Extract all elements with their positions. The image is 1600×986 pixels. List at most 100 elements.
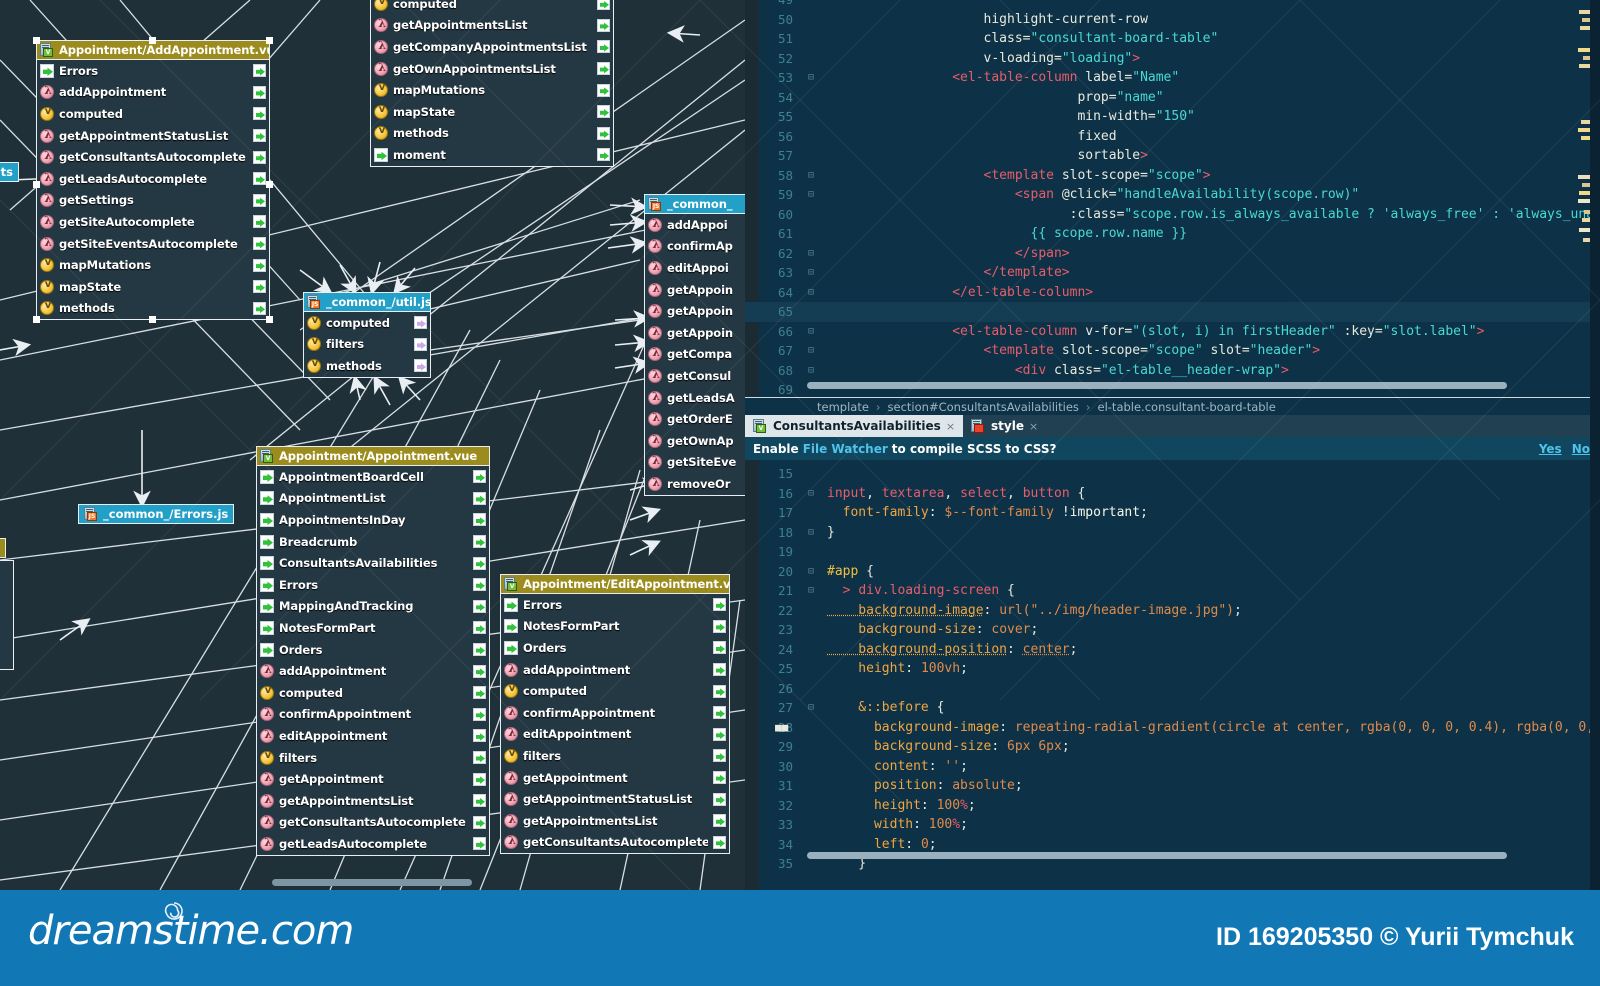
code-line[interactable]: 64 ⊟ </el-table-column> (745, 283, 1600, 303)
resize-handle-e[interactable] (266, 181, 273, 188)
ide-window[interactable]: 4950 highlight-current-row51 class="cons… (745, 0, 1600, 890)
code-content-template[interactable]: 4950 highlight-current-row51 class="cons… (745, 0, 1600, 396)
uml-member-row[interactable]: getAppointmentStatusList (37, 125, 269, 147)
code-line[interactable]: 31 position: absolute; (745, 776, 1600, 796)
resize-handle-sw[interactable] (33, 316, 40, 324)
editor-pane-template[interactable]: 4950 highlight-current-row51 class="cons… (745, 0, 1600, 396)
dependency-diagram-canvas[interactable]: V Appointment/AddAppointment.vue Errors a… (0, 0, 745, 890)
member-export-icon[interactable] (253, 85, 266, 99)
resize-handle-w[interactable] (33, 181, 40, 188)
uml-member-row[interactable]: methods (304, 355, 430, 377)
uml-member-row[interactable]: mapMutations (371, 79, 613, 101)
code-line[interactable]: 65 (745, 302, 1600, 322)
code-fold-toggle[interactable]: ⊟ (806, 322, 816, 342)
uml-member-row[interactable]: editAppointment (501, 724, 729, 746)
member-export-icon[interactable] (253, 237, 266, 251)
code-fold-toggle[interactable]: ⊟ (806, 523, 816, 543)
code-line[interactable]: 28 ■■ background-image: repeating-radial-… (745, 718, 1600, 738)
uml-member-row[interactable]: getLeadsAutocomplete (37, 168, 269, 190)
uml-member-row[interactable]: confirmAp (645, 236, 745, 258)
code-line[interactable]: 53 ⊟ <el-table-column label="Name" (745, 68, 1600, 88)
code-line[interactable]: 16 ⊟ input, textarea, select, button { (745, 484, 1600, 504)
uml-member-row[interactable]: NotesFormPart (501, 616, 729, 638)
code-fold-toggle[interactable]: ⊟ (806, 562, 816, 582)
breadcrumb[interactable]: template › section#ConsultantsAvailabili… (745, 397, 1600, 415)
uml-member-row[interactable]: removeOr (645, 473, 745, 495)
code-line[interactable]: 60 :class="scope.row.is_always_available… (745, 205, 1600, 225)
uml-member-row[interactable]: getOwnAppointmentsList (371, 58, 613, 80)
uml-member-row[interactable]: getAppointmentsList (371, 15, 613, 37)
member-export-icon[interactable] (713, 641, 726, 655)
member-export-icon[interactable] (253, 258, 266, 272)
uml-member-row[interactable]: computed (501, 680, 729, 702)
code-line[interactable]: 15 (745, 464, 1600, 484)
uml-member-row[interactable]: getConsultantsAutocomplete (501, 832, 729, 854)
uml-box-appointments-list-vue[interactable]: computed getAppointmentsList getCompanyApp… (370, 0, 614, 167)
uml-member-row[interactable]: getAppoin (645, 279, 745, 301)
uml-node-ts-partial[interactable]: d.ts (0, 162, 19, 182)
uml-box-edit-appointment-vue[interactable]: V Appointment/EditAppointment.vue Errors… (500, 574, 730, 855)
member-export-icon[interactable] (473, 729, 486, 743)
code-line[interactable]: 22 background-image: url("../img/header-… (745, 601, 1600, 621)
uml-member-row[interactable]: getCompa (645, 344, 745, 366)
breakpoint-marker[interactable]: ■■ (775, 718, 788, 738)
member-export-icon[interactable] (473, 837, 486, 851)
uml-member-row[interactable]: computed (304, 312, 430, 334)
member-export-icon[interactable] (253, 150, 266, 164)
uml-member-row[interactable]: Orders (501, 637, 729, 659)
tab-consultants-availabilities[interactable]: V ConsultantsAvailabilities × (745, 415, 964, 437)
member-export-icon[interactable] (713, 792, 726, 806)
code-line[interactable]: 24 background-position: center; (745, 640, 1600, 660)
code-line[interactable]: 63 ⊟ </template> (745, 263, 1600, 283)
code-line[interactable]: 62 ⊟ </span> (745, 244, 1600, 264)
member-export-icon[interactable] (597, 148, 610, 162)
member-export-icon[interactable] (473, 491, 486, 505)
uml-member-row[interactable]: getAppoin (645, 300, 745, 322)
uml-member-row[interactable] (0, 647, 13, 669)
close-icon[interactable]: × (1029, 420, 1038, 433)
member-export-icon[interactable] (414, 337, 427, 351)
uml-member-row[interactable]: Breadcrumb (257, 531, 489, 553)
uml-box-appointment-vue[interactable]: V Appointment/Appointment.vue Appointmen… (256, 446, 490, 856)
member-export-icon[interactable] (713, 749, 726, 763)
member-export-icon[interactable] (473, 470, 486, 484)
uml-member-row[interactable] (0, 583, 13, 605)
member-export-icon[interactable] (597, 83, 610, 97)
code-line[interactable]: 52 v-loading="loading"> (745, 49, 1600, 69)
member-export-icon[interactable] (597, 126, 610, 140)
uml-member-row[interactable]: getOrderE (645, 408, 745, 430)
code-line[interactable]: 58 ⊟ <template slot-scope="scope"> (745, 166, 1600, 186)
member-export-icon[interactable] (597, 40, 610, 54)
uml-member-row[interactable]: getAppointmentsList (257, 790, 489, 812)
member-export-icon[interactable] (253, 280, 266, 294)
member-export-icon[interactable] (713, 771, 726, 785)
uml-member-row[interactable]: getAppointmentStatusList (501, 788, 729, 810)
code-line[interactable]: 27 ⊟ &::before { (745, 698, 1600, 718)
uml-box-add-appointment-vue[interactable]: V Appointment/AddAppointment.vue Errors a… (33, 37, 273, 324)
code-line[interactable]: 32 height: 100%; (745, 796, 1600, 816)
uml-member-row[interactable]: addAppoi (645, 214, 745, 236)
uml-member-row[interactable]: getSettings (37, 190, 269, 212)
member-export-icon[interactable] (713, 814, 726, 828)
uml-member-row[interactable]: getConsul (645, 365, 745, 387)
uml-member-row[interactable] (0, 626, 13, 648)
uml-member-row[interactable] (0, 561, 13, 583)
member-export-icon[interactable] (713, 663, 726, 677)
code-line[interactable]: 54 prop="name" (745, 88, 1600, 108)
code-fold-toggle[interactable]: ⊟ (806, 263, 816, 283)
code-line[interactable]: 49 (745, 0, 1600, 10)
member-export-icon[interactable] (253, 129, 266, 143)
code-fold-toggle[interactable]: ⊟ (806, 341, 816, 361)
editor-tabbar[interactable]: V ConsultantsAvailabilities × style × (745, 415, 1600, 437)
uml-member-row[interactable]: MappingAndTracking (257, 596, 489, 618)
code-line[interactable]: 19 (745, 542, 1600, 562)
file-watcher-notification[interactable]: Enable File Watcher to compile SCSS to C… (745, 437, 1600, 460)
uml-member-row[interactable]: getSiteEve (645, 452, 745, 474)
uml-member-row[interactable]: mapMutations (37, 254, 269, 276)
uml-member-row[interactable]: filters (257, 747, 489, 769)
member-export-icon[interactable] (473, 815, 486, 829)
code-line[interactable]: 67 ⊟ <template slot-scope="scope" slot="h… (745, 341, 1600, 361)
uml-member-row[interactable]: getLeadsA (645, 387, 745, 409)
code-fold-toggle[interactable]: ⊟ (806, 244, 816, 264)
member-export-icon[interactable] (253, 172, 266, 186)
